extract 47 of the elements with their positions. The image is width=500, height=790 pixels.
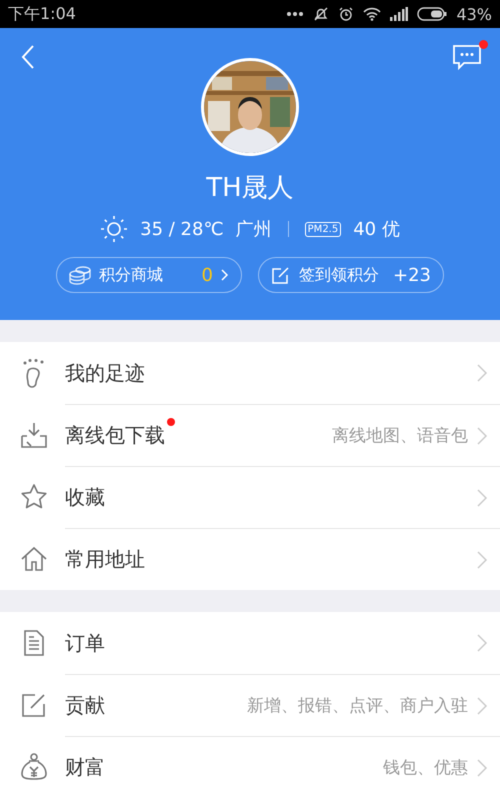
city-text: 广州	[236, 218, 272, 241]
battery-icon	[417, 7, 448, 21]
edit-icon	[271, 265, 291, 285]
menu-item[interactable]: 财富 钱包、优惠	[0, 736, 500, 790]
menu-item[interactable]: 订单	[0, 612, 500, 674]
coins-icon	[69, 265, 91, 285]
menu-label: 我的足迹	[65, 360, 145, 386]
menu-item[interactable]: 常用地址	[0, 528, 500, 590]
download-icon	[18, 420, 48, 450]
menu-hint: 钱包、优惠	[383, 757, 468, 779]
chevron-icon	[476, 488, 488, 508]
aqi-badge: PM2.5	[304, 222, 342, 236]
points-button[interactable]: 签到领积分 +23	[258, 257, 444, 293]
battery-percent: 43%	[456, 4, 492, 24]
more-dots-icon	[286, 11, 304, 17]
menu-label: 贡献	[65, 692, 105, 719]
menu-label: 收藏	[65, 484, 105, 511]
sun-icon	[100, 215, 128, 243]
menu-hint: 新增、报错、点评、商户入驻	[247, 695, 468, 717]
chevron-icon	[476, 758, 488, 778]
temperature-text: 35 / 28℃	[140, 218, 224, 240]
signal-icon	[390, 7, 408, 21]
chevron-icon	[476, 633, 488, 653]
menu-label: 常用地址	[65, 546, 145, 573]
menu-item[interactable]: 我的足迹	[0, 342, 500, 404]
back-icon[interactable]	[20, 44, 36, 70]
mute-bell-icon	[313, 6, 330, 22]
points-button[interactable]: 积分商城 0	[56, 257, 242, 293]
money-bag-icon	[18, 752, 48, 782]
message-icon[interactable]	[452, 44, 482, 70]
alarm-icon	[338, 6, 354, 22]
menu-label: 订单	[65, 630, 105, 656]
user-name: TH晟人	[206, 172, 294, 205]
menu-label: 财富	[65, 754, 105, 781]
menu-item[interactable]: 贡献 新增、报错、点评、商户入驻	[0, 674, 500, 736]
chevron-icon	[476, 426, 488, 446]
menu-item[interactable]: 离线包下载 离线地图、语音包	[0, 404, 500, 466]
clock-text: 下午1:04	[8, 4, 76, 24]
chevron-icon	[476, 550, 488, 570]
menu-item[interactable]: 收藏	[0, 466, 500, 528]
wifi-icon	[363, 7, 382, 21]
menu-hint: 离线地图、语音包	[332, 425, 468, 447]
chevron-icon	[476, 363, 488, 383]
menu-label: 离线包下载	[65, 422, 165, 449]
chevron-icon	[476, 696, 488, 716]
home-icon	[18, 544, 48, 574]
aqi-text: 40 优	[353, 218, 400, 241]
